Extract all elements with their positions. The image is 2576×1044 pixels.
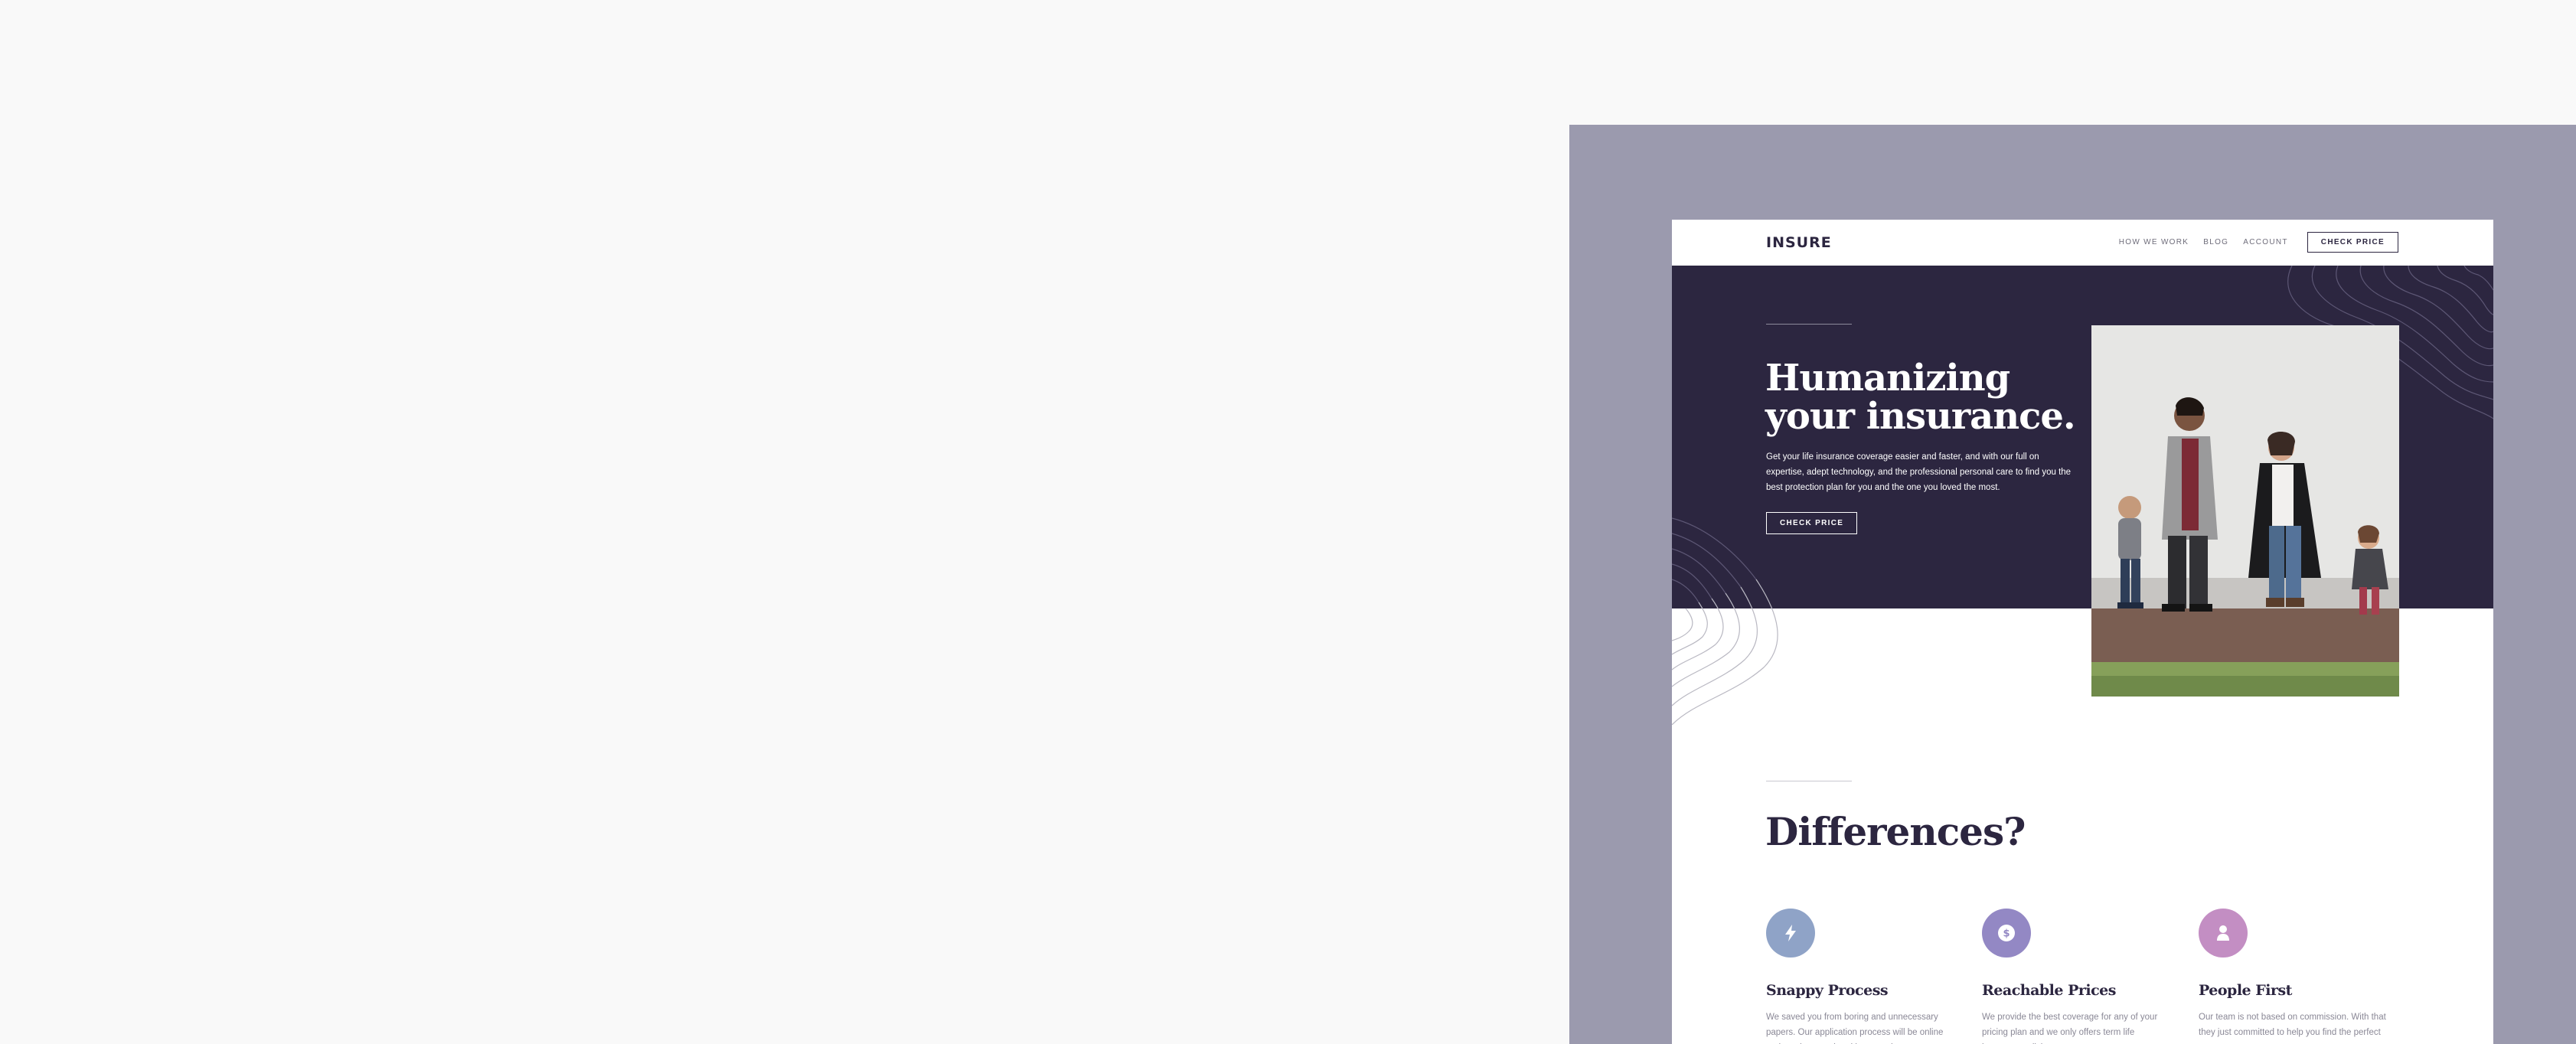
feature-icon-circle <box>2199 909 2248 958</box>
feature-snappy-process: Snappy Process We saved you from boring … <box>1766 909 1965 1044</box>
feature-icon-circle <box>1766 909 1815 958</box>
hero-check-price-button[interactable]: CHECK PRICE <box>1766 512 1858 534</box>
logo[interactable]: INSURE <box>1766 234 1832 251</box>
feature-text: We provide the best coverage for any of … <box>1982 1013 2158 1044</box>
nav-link-how-we-work[interactable]: HOW WE WORK <box>2119 238 2189 246</box>
nav-link-blog[interactable]: BLOG <box>2203 238 2228 246</box>
feature-reachable-prices: $ Reachable Prices We provide the best c… <box>1982 909 2181 1044</box>
preview-stage: INSURE HOW WE WORK BLOG ACCOUNT CHECK PR… <box>1569 125 2576 1044</box>
feature-people-first: People First Our team is not based on co… <box>2199 909 2398 1044</box>
feature-title: Reachable Prices <box>1982 982 2116 999</box>
feature-text: We saved you from boring and unnecessary… <box>1766 1013 1944 1044</box>
feature-title: People First <box>2199 982 2292 999</box>
person-icon <box>2217 925 2229 941</box>
hero-description: Get your life insurance coverage easier … <box>1766 452 2072 492</box>
hero-accent-line <box>1766 324 1852 325</box>
website-preview: INSURE HOW WE WORK BLOG ACCOUNT CHECK PR… <box>1672 220 2493 1044</box>
header-check-price-button[interactable]: CHECK PRICE <box>2307 232 2398 253</box>
lightning-icon <box>1785 925 1796 941</box>
feature-icon-circle: $ <box>1982 909 2031 958</box>
site-header: INSURE HOW WE WORK BLOG ACCOUNT CHECK PR… <box>1672 220 2493 266</box>
dollar-icon: $ <box>1998 925 2015 941</box>
nav-link-account[interactable]: ACCOUNT <box>2243 238 2288 246</box>
differences-title: Differences? <box>1765 809 2026 854</box>
feature-title: Snappy Process <box>1766 982 1889 999</box>
hero-family-photo <box>2091 325 2399 697</box>
main-nav: HOW WE WORK BLOG ACCOUNT CHECK PRICE <box>2119 232 2398 253</box>
svg-text:$: $ <box>2003 928 2010 940</box>
family-image <box>2091 325 2399 697</box>
hero-title: Humanizing your insurance. <box>1765 357 2076 438</box>
feature-text: Our team is not based on commission. Wit… <box>2199 1013 2386 1044</box>
